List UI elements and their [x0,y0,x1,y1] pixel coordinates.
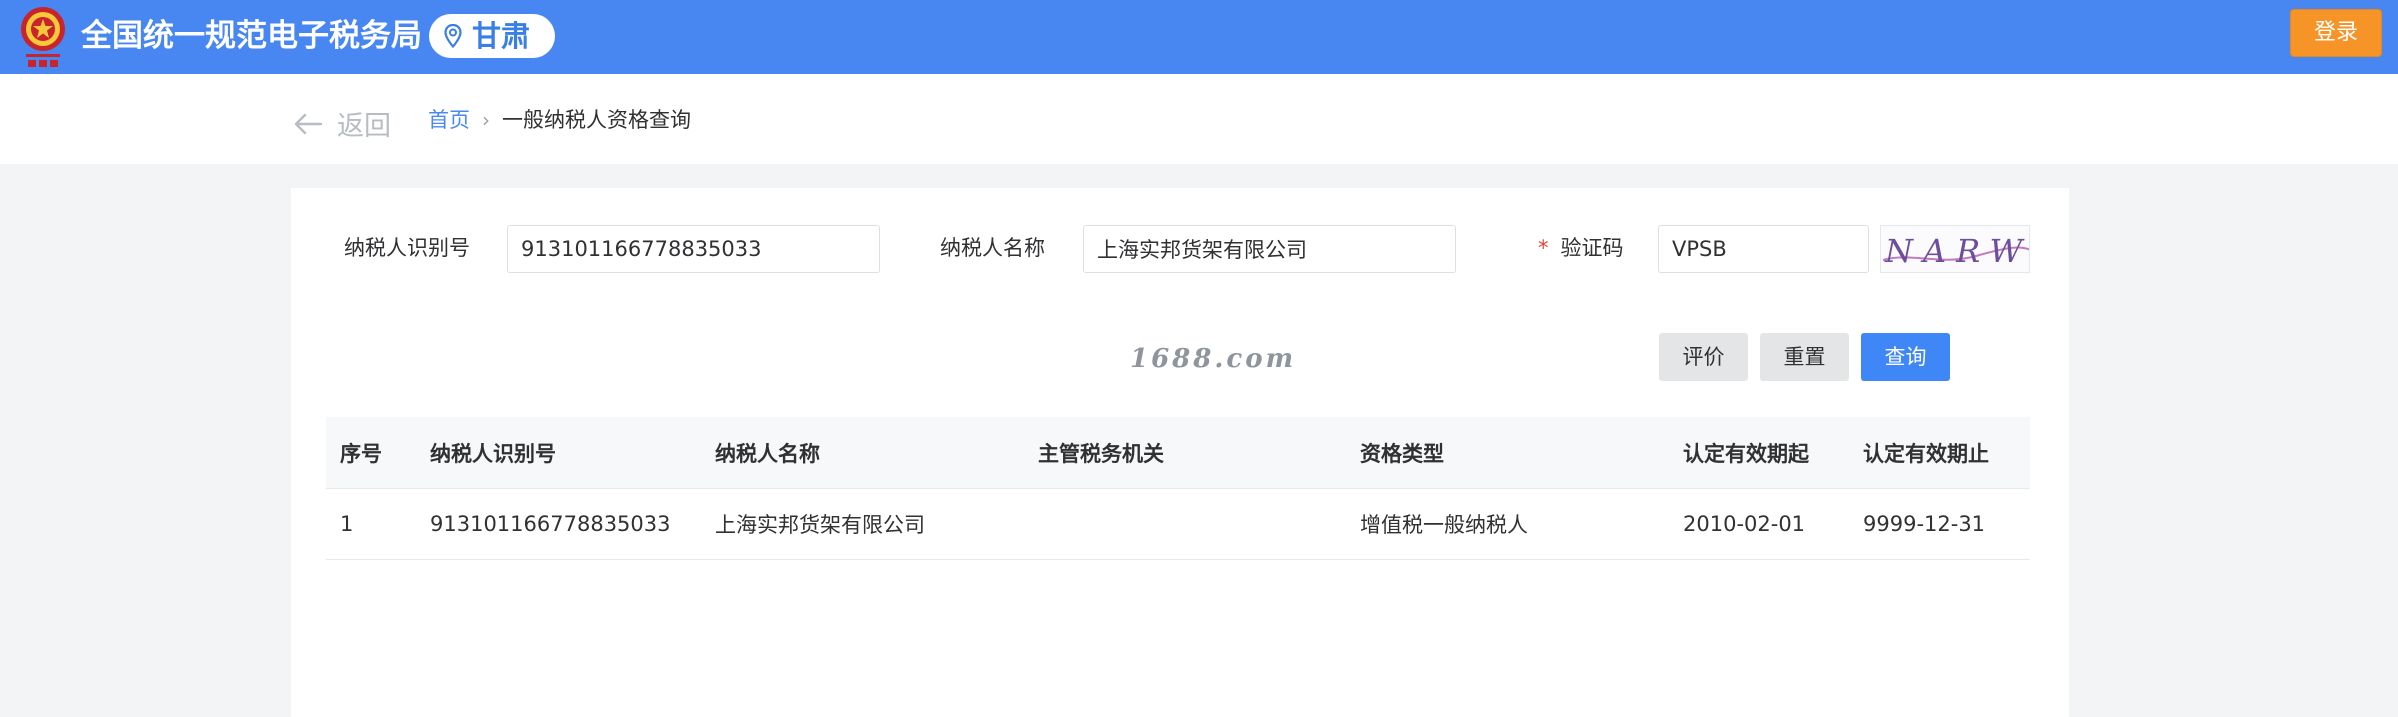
required-mark: * [1538,236,1549,260]
captcha-text: NARW [1884,232,2030,270]
region-label: 甘肃 [472,19,531,53]
breadcrumb-current: 一般纳税人资格查询 [502,108,691,132]
back-label: 返回 [337,111,391,142]
captcha-label-text: 验证码 [1560,236,1624,260]
query-button[interactable]: 查询 [1861,333,1950,381]
column-header-tax-authority: 主管税务机关 [1038,441,1164,466]
cell-index: 1 [340,512,354,536]
captcha-image[interactable]: NARW [1880,225,2030,273]
arrow-left-icon [294,113,323,134]
cell-qualification-type: 增值税一般纳税人 [1360,513,1528,537]
site-title: 全国统一规范电子税务局 [81,18,422,54]
watermark: 1688.com [1130,344,1297,374]
captcha-input[interactable] [1658,225,1869,273]
cell-valid-from: 2010-02-01 [1683,512,1806,536]
column-header-valid-to: 认定有效期止 [1863,441,1989,466]
location-pin-icon [444,24,462,48]
column-header-qualification-type: 资格类型 [1360,441,1444,466]
tax-emblem-icon [21,7,65,67]
evaluate-button[interactable]: 评价 [1659,333,1748,381]
breadcrumb-separator: › [482,108,490,132]
nav-bar: 返回 首页 › 一般纳税人资格查询 [0,74,2398,164]
taxpayer-id-label: 纳税人识别号 [344,236,470,260]
taxpayer-name-label: 纳税人名称 [940,236,1045,260]
results-table: 序号 纳税人识别号 纳税人名称 主管税务机关 资格类型 认定有效期起 认定有效期… [326,417,2030,560]
reset-button[interactable]: 重置 [1760,333,1849,381]
table-header: 序号 纳税人识别号 纳税人名称 主管税务机关 资格类型 认定有效期起 认定有效期… [326,417,2030,489]
column-header-taxpayer-name: 纳税人名称 [715,441,820,466]
taxpayer-name-input[interactable] [1083,225,1456,273]
column-header-taxpayer-id: 纳税人识别号 [430,441,556,466]
captcha-graphic: NARW [1882,232,2030,270]
top-header: 全国统一规范电子税务局 甘肃 登录 [0,0,2398,74]
cell-taxpayer-name: 上海实邦货架有限公司 [715,513,925,537]
table-row: 1 913101166778835033 上海实邦货架有限公司 增值税一般纳税人… [326,489,2030,560]
region-selector[interactable]: 甘肃 [429,14,555,58]
breadcrumb: 首页 › 一般纳税人资格查询 [428,106,691,134]
column-header-index: 序号 [340,441,382,466]
query-panel: 纳税人识别号 纳税人名称 * 验证码 NARW 1688.com 评价 重置 查询… [291,188,2069,717]
column-header-valid-from: 认定有效期起 [1683,441,1809,466]
cell-taxpayer-id: 913101166778835033 [430,512,671,536]
breadcrumb-home-link[interactable]: 首页 [428,106,470,134]
cell-valid-to: 9999-12-31 [1863,512,1986,536]
captcha-label: * 验证码 [1538,234,1624,262]
login-button[interactable]: 登录 [2290,9,2382,57]
back-button[interactable]: 返回 [293,104,391,143]
taxpayer-id-input[interactable] [507,225,880,273]
